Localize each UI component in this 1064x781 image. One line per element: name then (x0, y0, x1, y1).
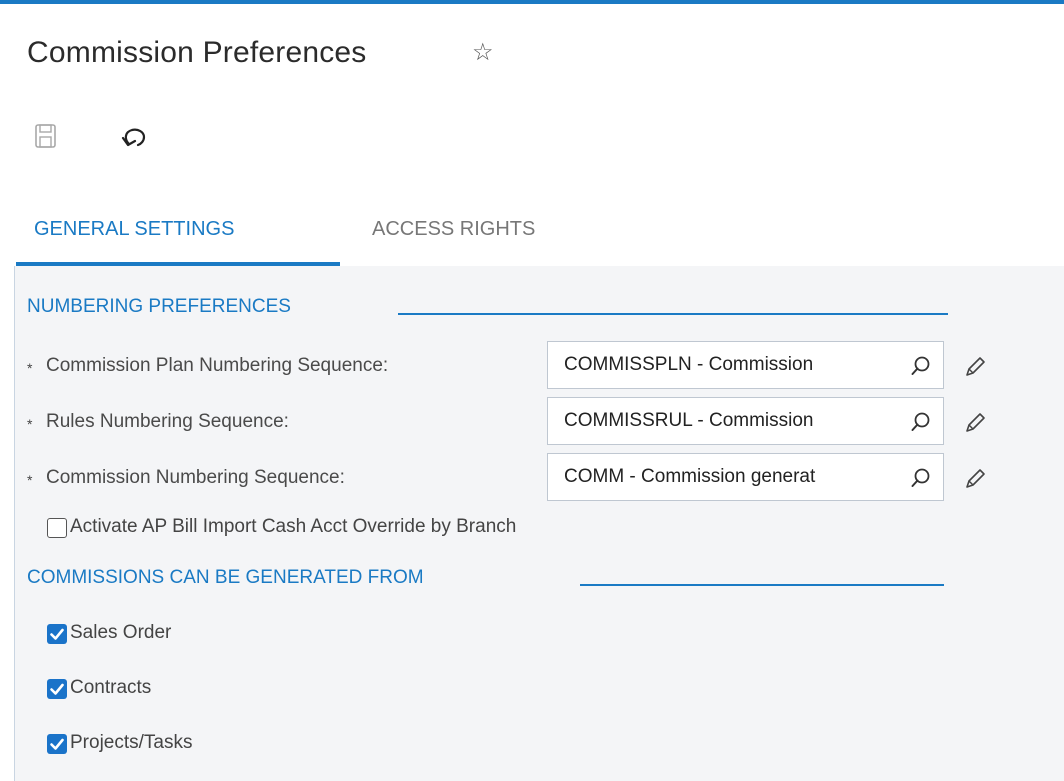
pencil-icon[interactable] (962, 410, 988, 436)
undo-icon[interactable] (119, 121, 153, 151)
section-divider (580, 584, 944, 586)
commission-sequence-field[interactable]: COMM - Commission generat (547, 453, 944, 501)
commission-plan-sequence-label: Commission Plan Numbering Sequence: (46, 355, 389, 376)
generated-from-header: COMMISSIONS CAN BE GENERATED FROM (27, 567, 424, 588)
commission-plan-sequence-value: COMMISSPLN - Commission (564, 354, 814, 375)
numbering-preferences-header: NUMBERING PREFERENCES (27, 296, 291, 317)
top-accent-bar (0, 0, 1064, 4)
required-marker: * (27, 472, 33, 488)
required-marker: * (27, 360, 33, 376)
required-marker: * (27, 416, 33, 432)
sales-order-checkbox[interactable] (47, 624, 67, 644)
tab-bar: GENERAL SETTINGS ACCESS RIGHTS (0, 200, 1064, 266)
tab-access-rights[interactable]: ACCESS RIGHTS (372, 218, 535, 241)
projects-tasks-label: Projects/Tasks (70, 732, 193, 753)
save-icon[interactable] (34, 121, 58, 151)
pencil-icon[interactable] (962, 466, 988, 492)
contracts-label: Contracts (70, 677, 152, 698)
rules-sequence-field[interactable]: COMMISSRUL - Commission (547, 397, 944, 445)
contracts-checkbox[interactable] (47, 679, 67, 699)
projects-tasks-checkbox[interactable] (47, 734, 67, 754)
search-icon[interactable] (909, 410, 933, 434)
rules-sequence-value: COMMISSRUL - Commission (564, 410, 814, 431)
commission-sequence-value: COMM - Commission generat (564, 466, 816, 487)
ap-bill-override-checkbox[interactable] (47, 518, 67, 538)
commission-plan-sequence-field[interactable]: COMMISSPLN - Commission (547, 341, 944, 389)
page-title: Commission Preferences (27, 36, 367, 69)
favorite-star-icon[interactable]: ☆ (472, 38, 494, 67)
search-icon[interactable] (909, 466, 933, 490)
search-icon[interactable] (909, 354, 933, 378)
commission-sequence-label: Commission Numbering Sequence: (46, 467, 345, 488)
pencil-icon[interactable] (962, 354, 988, 380)
tab-general-settings[interactable]: GENERAL SETTINGS (34, 218, 234, 241)
sales-order-label: Sales Order (70, 622, 172, 643)
ap-bill-override-label: Activate AP Bill Import Cash Acct Overri… (70, 516, 517, 537)
section-divider (398, 313, 948, 315)
rules-sequence-label: Rules Numbering Sequence: (46, 411, 289, 432)
